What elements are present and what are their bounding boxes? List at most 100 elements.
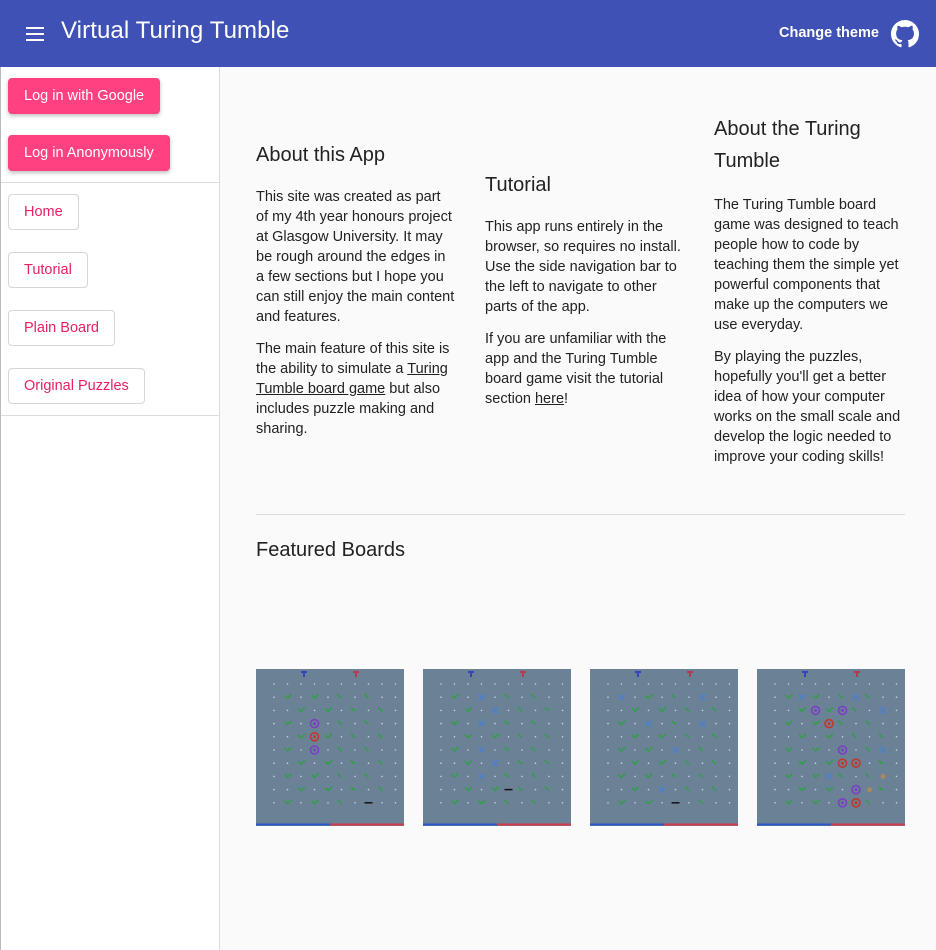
featured-board-4[interactable] [757, 669, 905, 826]
peg-dot [534, 709, 537, 712]
section-divider [256, 514, 905, 515]
peg-dot [674, 788, 677, 791]
peg-dot [367, 709, 370, 712]
peg-dot [494, 696, 496, 698]
nav-home-button[interactable]: Home [8, 194, 79, 230]
peg-dot [494, 749, 496, 751]
peg-dot [394, 722, 397, 725]
peg-dot [561, 722, 564, 725]
github-icon[interactable] [891, 20, 919, 48]
ramp-piece [878, 759, 884, 765]
peg-dot [286, 762, 289, 764]
bit-piece-center [313, 748, 316, 752]
peg-dot [841, 683, 844, 685]
peg-dot [561, 802, 564, 804]
ramp-piece [364, 746, 369, 752]
ramp-piece [544, 759, 550, 765]
peg-dot [548, 722, 550, 725]
ramp-piece [785, 746, 793, 752]
ramp-piece [504, 720, 509, 726]
nav-tutorial-button[interactable]: Tutorial [8, 252, 88, 288]
peg-dot [440, 762, 442, 764]
peg-dot [661, 775, 663, 778]
peg-dot [467, 749, 469, 751]
peg-dot [634, 722, 636, 725]
peg-dot [534, 788, 537, 791]
peg-dot [534, 762, 537, 764]
peg-dot [548, 749, 550, 751]
peg-dot [715, 749, 717, 751]
ramp-piece [645, 693, 653, 700]
gear-piece-center [841, 761, 844, 765]
ramp-piece [711, 733, 717, 739]
tutorial-paragraph-2: If you are unfamiliar with the app and t… [485, 329, 685, 409]
peg-dot [273, 802, 275, 804]
featured-board-2[interactable] [423, 669, 571, 826]
crossover-piece [699, 693, 706, 701]
tutorial-here-link[interactable]: here [535, 391, 564, 407]
peg-dot [394, 749, 397, 751]
peg-dot [607, 775, 609, 778]
peg-dot [715, 696, 717, 698]
nav-original-puzzles-button[interactable]: Original Puzzles [8, 368, 145, 404]
peg-dot [367, 788, 370, 791]
login-anonymous-button[interactable]: Log in Anonymously [8, 135, 170, 171]
peg-dot [327, 775, 329, 778]
peg-dot [607, 802, 609, 804]
peg-dot [453, 709, 456, 712]
featured-board-1[interactable] [256, 669, 404, 826]
nav-plain-board-button[interactable]: Plain Board [8, 310, 115, 346]
peg-dot [534, 736, 537, 738]
peg-dot [701, 762, 704, 764]
peg-dot [354, 749, 356, 751]
ramp-piece [517, 706, 523, 712]
ramp-piece [671, 772, 676, 778]
ramp-piece [711, 759, 717, 765]
peg-dot [715, 722, 717, 725]
peg-dot [453, 762, 456, 764]
peg-dot [774, 696, 776, 698]
ramp-piece [698, 799, 703, 805]
peg-dot [774, 683, 776, 685]
peg-dot [715, 802, 717, 804]
peg-dot [728, 762, 731, 764]
peg-dot [607, 749, 609, 751]
peg-dot [661, 802, 663, 804]
ramp-piece [838, 693, 843, 699]
peg-dot [300, 775, 302, 778]
login-google-button[interactable]: Log in with Google [8, 78, 161, 114]
ramp-piece [531, 746, 536, 752]
gear-piece-center [827, 722, 831, 726]
ramp-piece [311, 693, 319, 700]
peg-dot [868, 683, 871, 685]
peg-dot [273, 736, 275, 738]
peg-dot [728, 696, 731, 698]
peg-dot [300, 722, 302, 725]
featured-board-3[interactable] [590, 669, 738, 826]
ramp-piece [284, 799, 292, 805]
peg-dot [688, 683, 690, 685]
tutorial-heading: Tutorial [485, 174, 551, 196]
peg-dot [647, 709, 650, 712]
ramp-piece [865, 720, 870, 726]
gear-piece-center [854, 761, 858, 765]
peg-dot [480, 709, 483, 712]
peg-dot [273, 722, 275, 725]
bit-piece-center [854, 788, 858, 792]
ramp-piece [812, 772, 820, 779]
hamburger-icon[interactable] [22, 22, 50, 46]
peg-dot [300, 696, 302, 698]
ramp-piece [798, 759, 807, 766]
peg-dot [607, 788, 609, 791]
ramp-piece [812, 693, 820, 700]
peg-dot [340, 788, 343, 791]
peg-dot [286, 709, 289, 712]
peg-dot [882, 802, 884, 804]
peg-dot [327, 722, 329, 725]
change-theme-button[interactable]: Change theme [770, 18, 888, 48]
ramp-piece [517, 759, 523, 765]
peg-dot [273, 775, 275, 778]
peg-dot [895, 709, 898, 712]
ramp-piece [838, 720, 843, 726]
ramp-piece [491, 786, 500, 792]
